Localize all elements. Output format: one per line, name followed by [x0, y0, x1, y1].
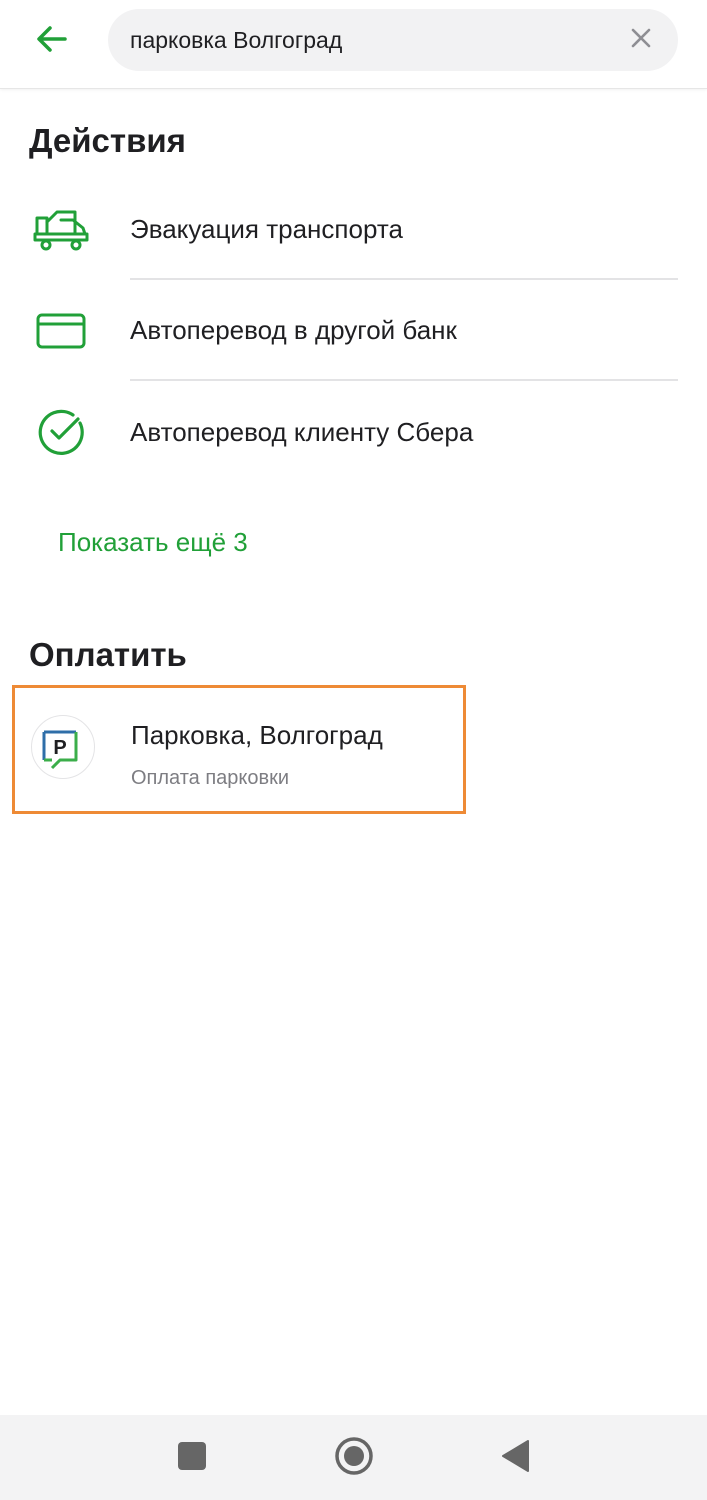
system-navbar	[0, 1415, 707, 1500]
home-icon	[334, 1436, 374, 1481]
tow-truck-icon	[32, 201, 90, 259]
recent-apps-icon	[177, 1441, 207, 1476]
pay-item-parking[interactable]: P Парковка, Волгоград Оплата парковки	[12, 685, 466, 814]
clear-search-button[interactable]	[626, 25, 656, 55]
recent-apps-button[interactable]	[169, 1435, 215, 1481]
action-item-transfer-other-bank[interactable]: Автоперевод в другой банк	[0, 280, 707, 380]
pay-item-subtitle: Оплата парковки	[131, 767, 290, 789]
search-input[interactable]	[130, 9, 600, 71]
parking-icon: P	[31, 715, 95, 779]
back-triangle-icon	[500, 1439, 530, 1478]
action-item-evacuation[interactable]: Эвакуация транспорта	[0, 180, 707, 280]
nav-back-button[interactable]	[492, 1435, 538, 1481]
section-title-pay: Оплатить	[29, 636, 187, 673]
action-item-transfer-sber-client[interactable]: Автоперевод клиенту Сбера	[0, 381, 707, 481]
parking-letter: P	[53, 737, 66, 759]
card-icon	[32, 302, 90, 360]
search-box[interactable]	[108, 9, 678, 71]
section-title-actions: Действия	[29, 122, 186, 159]
sber-check-icon	[32, 403, 90, 461]
action-label: Автоперевод в другой банк	[130, 315, 457, 345]
back-button[interactable]	[22, 16, 82, 66]
action-label: Автоперевод клиенту Сбера	[130, 417, 474, 447]
arrow-left-icon	[35, 24, 69, 59]
close-icon	[631, 28, 651, 53]
search-header	[0, 0, 707, 89]
show-more-button[interactable]: Показать ещё 3	[58, 527, 248, 558]
action-label: Эвакуация транспорта	[130, 214, 403, 244]
pay-item-title: Парковка, Волгоград	[131, 720, 383, 750]
home-button[interactable]	[331, 1435, 377, 1481]
